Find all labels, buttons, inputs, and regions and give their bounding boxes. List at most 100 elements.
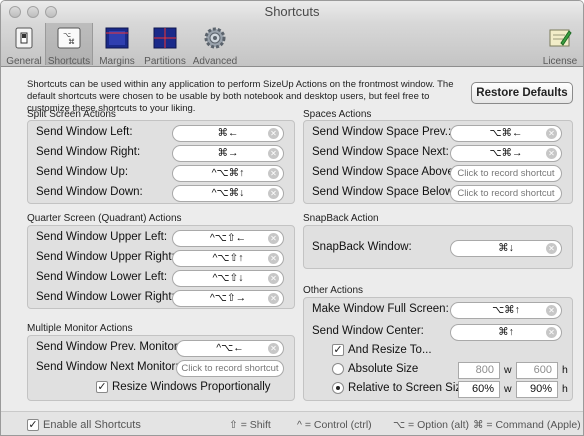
shortcut-value: ⌥⌘→ xyxy=(489,147,523,159)
switch-icon xyxy=(15,27,33,49)
space-above-shortcut[interactable]: Click to record shortcut xyxy=(450,165,562,182)
clear-icon[interactable]: ✕ xyxy=(268,293,279,304)
tab-general-label: General xyxy=(6,56,42,67)
minimize-window-button[interactable] xyxy=(27,6,39,18)
upper-left-label: Send Window Upper Left: xyxy=(36,231,168,243)
absolute-size-label: Absolute Size xyxy=(348,363,419,375)
absolute-height-unit: h xyxy=(562,364,568,376)
restore-defaults-button[interactable]: Restore Defaults xyxy=(471,82,573,104)
clear-icon[interactable]: ✕ xyxy=(546,148,557,159)
tab-license-label: License xyxy=(542,56,578,67)
send-window-down-shortcut[interactable]: ^⌥⌘↓ ✕ xyxy=(172,185,284,202)
next-monitor-shortcut[interactable]: Click to record shortcut xyxy=(176,360,284,377)
shortcut-value: ⌘↑ xyxy=(498,326,514,338)
relative-size-radio[interactable] xyxy=(332,382,344,394)
tab-partitions[interactable]: Partitions xyxy=(141,25,189,67)
clear-icon[interactable]: ✕ xyxy=(268,128,279,139)
tab-advanced[interactable]: Advanced xyxy=(191,25,239,67)
snapback-group: SnapBack Window: ⌘↓ ✕ xyxy=(303,225,573,269)
zoom-window-button[interactable] xyxy=(45,6,57,18)
shortcut-value: ^⌥⇧↓ xyxy=(212,272,244,284)
space-above-label: Send Window Space Above: xyxy=(312,166,458,178)
relative-height-unit: h xyxy=(562,383,568,395)
prev-monitor-shortcut[interactable]: ^⌥← ✕ xyxy=(176,340,284,357)
space-next-shortcut[interactable]: ⌥⌘→ ✕ xyxy=(450,145,562,162)
tab-partitions-label: Partitions xyxy=(144,56,186,67)
lower-left-shortcut[interactable]: ^⌥⇧↓ ✕ xyxy=(172,270,284,287)
clear-icon[interactable]: ✕ xyxy=(268,168,279,179)
clear-icon[interactable]: ✕ xyxy=(546,305,557,316)
lower-left-label: Send Window Lower Left: xyxy=(36,271,168,283)
absolute-width-input[interactable]: 800 xyxy=(458,362,500,379)
lower-right-shortcut[interactable]: ^⌥⇧→ ✕ xyxy=(172,290,284,307)
quarter-screen-title: Quarter Screen (Quadrant) Actions xyxy=(27,213,182,224)
send-window-left-label: Send Window Left: xyxy=(36,126,133,138)
enable-all-shortcuts-checkbox[interactable]: ✓ xyxy=(27,419,39,431)
close-window-button[interactable] xyxy=(9,6,21,18)
relative-size-label: Relative to Screen Size xyxy=(348,382,468,394)
legend-control: ^ = Control (ctrl) xyxy=(297,419,372,431)
and-resize-label: And Resize To... xyxy=(348,344,432,356)
tab-shortcuts-label: Shortcuts xyxy=(47,56,91,67)
tab-shortcuts[interactable]: ⌥ ⌘ Shortcuts xyxy=(45,23,93,67)
space-prev-label: Send Window Space Prev.: xyxy=(312,126,452,138)
preferences-window: Shortcuts General ⌥ ⌘ Shortcuts Margins … xyxy=(0,0,584,436)
upper-left-shortcut[interactable]: ^⌥⇧← ✕ xyxy=(172,230,284,247)
resize-proportionally-label: Resize Windows Proportionally xyxy=(112,381,271,393)
margins-icon xyxy=(105,27,129,49)
split-screen-group: Send Window Left: ⌘← ✕ Send Window Right:… xyxy=(27,120,295,204)
shortcut-value: ⌘↓ xyxy=(498,242,514,254)
multi-monitor-title: Multiple Monitor Actions xyxy=(27,323,133,334)
tab-general[interactable]: General xyxy=(4,25,44,67)
spaces-title: Spaces Actions xyxy=(303,109,372,120)
send-window-up-shortcut[interactable]: ^⌥⌘↑ ✕ xyxy=(172,165,284,182)
full-screen-label: Make Window Full Screen: xyxy=(312,303,449,315)
shortcut-value: ^⌥← xyxy=(216,342,244,354)
prev-monitor-label: Send Window Prev. Monitor: xyxy=(36,341,181,353)
license-icon xyxy=(549,29,572,47)
shortcut-value: ^⌥⇧→ xyxy=(209,292,247,304)
upper-right-shortcut[interactable]: ^⌥⇧↑ ✕ xyxy=(172,250,284,267)
partitions-icon xyxy=(153,27,177,49)
spaces-group: Send Window Space Prev.: ⌥⌘← ✕ Send Windo… xyxy=(303,120,573,204)
clear-icon[interactable]: ✕ xyxy=(268,253,279,264)
space-prev-shortcut[interactable]: ⌥⌘← ✕ xyxy=(450,125,562,142)
keyboard-icon: ⌥ ⌘ xyxy=(57,27,81,49)
svg-text:⌘: ⌘ xyxy=(68,38,75,46)
tab-margins-label: Margins xyxy=(99,56,135,67)
next-monitor-label: Send Window Next Monitor: xyxy=(36,361,179,373)
and-resize-checkbox[interactable]: ✓ xyxy=(332,344,344,356)
clear-icon[interactable]: ✕ xyxy=(546,243,557,254)
shortcut-value: ⌘← xyxy=(217,127,239,139)
legend-command: ⌘ = Command (Apple) xyxy=(473,419,581,431)
clear-icon[interactable]: ✕ xyxy=(546,128,557,139)
clear-icon[interactable]: ✕ xyxy=(268,188,279,199)
relative-width-input[interactable]: 60% xyxy=(458,381,500,398)
send-window-right-label: Send Window Right: xyxy=(36,146,141,158)
snapback-window-label: SnapBack Window: xyxy=(312,241,412,253)
upper-right-label: Send Window Upper Right: xyxy=(36,251,175,263)
tab-advanced-label: Advanced xyxy=(192,56,238,67)
space-below-shortcut[interactable]: Click to record shortcut xyxy=(450,185,562,202)
clear-icon[interactable]: ✕ xyxy=(546,327,557,338)
space-next-label: Send Window Space Next: xyxy=(312,146,449,158)
snapback-window-shortcut[interactable]: ⌘↓ ✕ xyxy=(450,240,562,257)
clear-icon[interactable]: ✕ xyxy=(268,343,279,354)
quarter-screen-group: Send Window Upper Left: ^⌥⇧← ✕ Send Windo… xyxy=(27,225,295,309)
other-actions-group: Make Window Full Screen: ⌥⌘↑ ✕ Send Windo… xyxy=(303,297,573,401)
shortcut-value: ^⌥⇧↑ xyxy=(212,252,244,264)
full-screen-shortcut[interactable]: ⌥⌘↑ ✕ xyxy=(450,302,562,319)
tab-margins[interactable]: Margins xyxy=(95,25,139,67)
absolute-height-input[interactable]: 600 xyxy=(516,362,558,379)
send-window-right-shortcut[interactable]: ⌘→ ✕ xyxy=(172,145,284,162)
tab-license[interactable]: License xyxy=(539,25,581,67)
relative-height-input[interactable]: 90% xyxy=(516,381,558,398)
clear-icon[interactable]: ✕ xyxy=(268,233,279,244)
send-window-left-shortcut[interactable]: ⌘← ✕ xyxy=(172,125,284,142)
resize-proportionally-checkbox[interactable]: ✓ xyxy=(96,381,108,393)
clear-icon[interactable]: ✕ xyxy=(268,273,279,284)
clear-icon[interactable]: ✕ xyxy=(268,148,279,159)
window-center-shortcut[interactable]: ⌘↑ ✕ xyxy=(450,324,562,341)
absolute-size-radio[interactable] xyxy=(332,363,344,375)
lower-right-label: Send Window Lower Right: xyxy=(36,291,175,303)
